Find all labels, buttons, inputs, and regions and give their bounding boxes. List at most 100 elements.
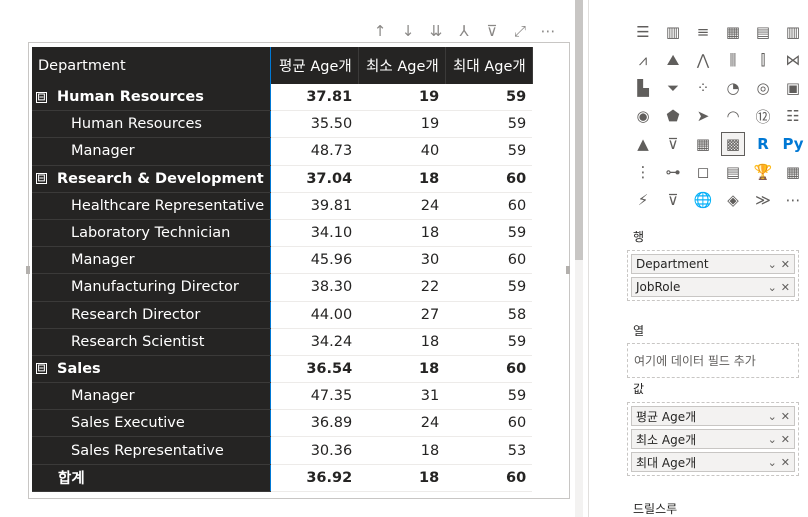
100-bar-icon[interactable]: ▤ bbox=[751, 20, 775, 44]
min-age-cell[interactable]: 18 bbox=[358, 328, 446, 356]
max-age-cell[interactable]: 59 bbox=[445, 219, 533, 248]
chevron-down-icon[interactable]: ⌄ bbox=[768, 281, 777, 294]
row-header-jobrole[interactable]: Research Scientist bbox=[32, 328, 272, 356]
double-arrow-down-icon[interactable]: ⇊ bbox=[426, 22, 446, 40]
close-icon[interactable]: ✕ bbox=[781, 281, 790, 294]
power-automate-icon[interactable]: ⊽ bbox=[661, 188, 685, 212]
min-age-cell[interactable]: 18 bbox=[358, 219, 446, 248]
min-age-cell[interactable]: 22 bbox=[358, 273, 446, 302]
avg-age-cell[interactable]: 45.96 bbox=[270, 246, 359, 275]
arrow-up-icon[interactable]: ↑ bbox=[370, 22, 390, 40]
values-well[interactable]: 평균 Age개 ⌄ ✕ 최소 Age개 ⌄ ✕ 최대 Age개 ⌄ ✕ bbox=[627, 402, 799, 476]
max-age-cell[interactable]: 59 bbox=[445, 273, 533, 302]
r-visual-icon[interactable]: R bbox=[751, 132, 775, 156]
avg-age-cell[interactable]: 30.36 bbox=[270, 436, 359, 465]
focus-mode-icon[interactable]: ⤢ bbox=[510, 22, 530, 40]
avg-age-cell[interactable]: 34.24 bbox=[270, 328, 359, 356]
line-chart-icon[interactable]: ⩘ bbox=[631, 48, 655, 72]
field-pill[interactable]: JobRole ⌄ ✕ bbox=[631, 277, 795, 297]
avg-age-cell[interactable]: 48.73 bbox=[270, 137, 359, 166]
max-age-cell[interactable]: 60 bbox=[445, 355, 533, 384]
max-age-cell[interactable]: 60 bbox=[445, 165, 533, 193]
avg-age-cell[interactable]: 37.81 bbox=[270, 84, 359, 112]
narrative-icon[interactable]: ▤ bbox=[721, 160, 745, 184]
max-age-cell[interactable]: 58 bbox=[445, 301, 533, 329]
min-age-cell[interactable]: 18 bbox=[358, 436, 446, 465]
min-age-cell[interactable]: 40 bbox=[358, 137, 446, 166]
header-department[interactable]: Department bbox=[32, 47, 272, 84]
treemap-icon[interactable]: ▣ bbox=[781, 76, 805, 100]
row-header-jobrole[interactable]: Healthcare Representative bbox=[32, 192, 272, 220]
max-age-cell[interactable]: 60 bbox=[445, 246, 533, 275]
line-column-icon[interactable]: ⫼ bbox=[721, 48, 745, 72]
chevron-down-icon[interactable]: ⌄ bbox=[768, 433, 777, 446]
pie-chart-icon[interactable]: ◔ bbox=[721, 76, 745, 100]
donut-chart-icon[interactable]: ◎ bbox=[751, 76, 775, 100]
field-pill[interactable]: 평균 Age개 ⌄ ✕ bbox=[631, 406, 795, 426]
arcgis-icon[interactable]: 🌐 bbox=[691, 188, 715, 212]
field-pill[interactable]: 최소 Age개 ⌄ ✕ bbox=[631, 429, 795, 449]
power-apps-icon[interactable]: ⚡ bbox=[631, 188, 655, 212]
min-age-cell[interactable]: 31 bbox=[358, 382, 446, 411]
power-apps-logo-icon[interactable]: ◈ bbox=[721, 188, 745, 212]
stacked-bar-icon[interactable]: ☰ bbox=[631, 20, 655, 44]
min-age-cell[interactable]: 19 bbox=[358, 84, 446, 112]
row-header-jobrole[interactable]: Manager bbox=[32, 382, 272, 411]
waterfall-icon[interactable]: ▙ bbox=[631, 76, 655, 100]
close-icon[interactable]: ✕ bbox=[781, 410, 790, 423]
header-max-age[interactable]: 최대 Age개 bbox=[445, 47, 533, 84]
min-age-cell[interactable]: 18 bbox=[358, 355, 446, 384]
rows-well[interactable]: Department ⌄ ✕ JobRole ⌄ ✕ bbox=[627, 250, 799, 301]
header-min-age[interactable]: 최소 Age개 bbox=[358, 47, 446, 84]
multi-row-card-icon[interactable]: ☷ bbox=[781, 104, 805, 128]
arrow-down-icon[interactable]: ↓ bbox=[398, 22, 418, 40]
collapse-icon[interactable]: ⊟ bbox=[36, 173, 47, 185]
min-age-cell[interactable]: 18 bbox=[358, 165, 446, 193]
min-age-cell[interactable]: 19 bbox=[358, 110, 446, 139]
avg-age-cell[interactable]: 36.54 bbox=[270, 355, 359, 384]
min-age-cell[interactable]: 30 bbox=[358, 246, 446, 275]
trophy-icon[interactable]: 🏆 bbox=[751, 160, 775, 184]
avg-age-cell[interactable]: 35.50 bbox=[270, 110, 359, 139]
100-column-icon[interactable]: ▥ bbox=[781, 20, 805, 44]
chevron-down-icon[interactable]: ⌄ bbox=[768, 456, 777, 469]
max-age-cell[interactable]: 59 bbox=[445, 110, 533, 139]
field-pill[interactable]: Department ⌄ ✕ bbox=[631, 254, 795, 274]
row-header-group[interactable]: ⊟ Human Resources bbox=[32, 84, 272, 112]
chevron-down-icon[interactable]: ⌄ bbox=[768, 258, 777, 271]
min-age-cell[interactable]: 27 bbox=[358, 301, 446, 329]
row-header-jobrole[interactable]: Manufacturing Director bbox=[32, 273, 272, 302]
row-header-jobrole[interactable]: Manager bbox=[32, 137, 272, 166]
resize-handle-right[interactable] bbox=[566, 266, 570, 274]
field-pill[interactable]: 최대 Age개 ⌄ ✕ bbox=[631, 452, 795, 472]
avg-age-cell[interactable]: 38.30 bbox=[270, 273, 359, 302]
close-icon[interactable]: ✕ bbox=[781, 433, 790, 446]
filled-map-icon[interactable]: ⬟ bbox=[661, 104, 685, 128]
power-automate-logo-icon[interactable]: ≫ bbox=[751, 188, 775, 212]
azure-map-icon[interactable]: ➤ bbox=[691, 104, 715, 128]
table-icon[interactable]: ▦ bbox=[691, 132, 715, 156]
max-age-cell[interactable]: 59 bbox=[445, 328, 533, 356]
key-influencers-icon[interactable]: ⋮ bbox=[631, 160, 655, 184]
avg-age-cell[interactable]: 44.00 bbox=[270, 301, 359, 329]
row-header-group[interactable]: ⊟ Sales bbox=[32, 355, 272, 384]
area-chart-icon[interactable]: ⛰ bbox=[661, 48, 685, 72]
paginated-icon[interactable]: ▦ bbox=[781, 160, 805, 184]
header-avg-age[interactable]: 평균 Age개 bbox=[270, 47, 359, 84]
avg-age-cell[interactable]: 36.89 bbox=[270, 409, 359, 438]
max-age-cell[interactable]: 53 bbox=[445, 436, 533, 465]
chevron-down-icon[interactable]: ⌄ bbox=[768, 410, 777, 423]
row-header-group[interactable]: ⊟ Research & Development bbox=[32, 165, 272, 193]
row-header-jobrole[interactable]: Research Director bbox=[32, 301, 272, 329]
close-icon[interactable]: ✕ bbox=[781, 456, 790, 469]
stacked-column-icon[interactable]: ▥ bbox=[661, 20, 685, 44]
max-age-cell[interactable]: 59 bbox=[445, 84, 533, 112]
stacked-area-icon[interactable]: ⋀ bbox=[691, 48, 715, 72]
close-icon[interactable]: ✕ bbox=[781, 258, 790, 271]
row-header-jobrole[interactable]: Manager bbox=[32, 246, 272, 275]
ribbon-chart-icon[interactable]: ⋈ bbox=[781, 48, 805, 72]
scrollbar-thumb[interactable] bbox=[575, 0, 583, 260]
row-header-jobrole[interactable]: Sales Executive bbox=[32, 409, 272, 438]
clustered-column-icon[interactable]: ▦ bbox=[721, 20, 745, 44]
avg-age-cell[interactable]: 47.35 bbox=[270, 382, 359, 411]
